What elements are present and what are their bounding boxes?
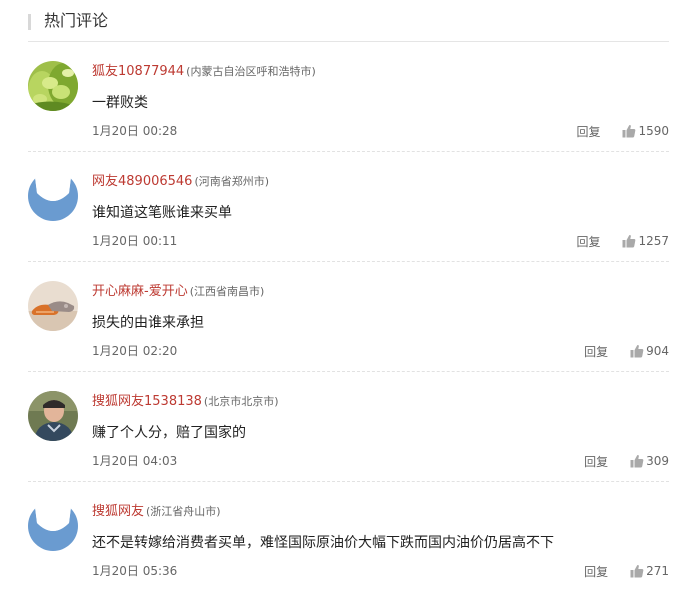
comment-time: 1月20日 05:36 (92, 564, 178, 578)
header-accent-bar (28, 14, 31, 30)
user-avatar[interactable] (28, 281, 78, 331)
comment-actions: 回复 271 (584, 562, 669, 580)
like-count: 1590 (638, 124, 669, 138)
thumbs-up-icon (630, 454, 644, 468)
username-link[interactable]: 开心麻麻-爱开心 (92, 284, 188, 299)
comment-text: 还不是转嫁给消费者买单，难怪国际原油价大幅下跌而国内油价仍居高不下 (92, 535, 554, 551)
username-link[interactable]: 搜狐网友 (92, 504, 144, 519)
comment-actions: 回复 309 (584, 452, 669, 470)
like-button[interactable]: 1590 (622, 124, 669, 138)
comment-time: 1月20日 02:20 (92, 344, 178, 358)
thumbs-up-icon (630, 344, 644, 358)
comment-item: 开心麻麻-爱开心 (江西省南昌市) 损失的由谁来承担 1月20日 02:20 回复… (28, 262, 669, 372)
user-location: (北京市北京市) (203, 395, 279, 408)
comment-text: 一群败类 (92, 95, 148, 111)
comment-meta: 网友489006546 (河南省郑州市) (92, 171, 269, 189)
comment-meta: 狐友10877944 (内蒙古自治区呼和浩特市) (92, 61, 316, 79)
user-avatar[interactable] (28, 501, 78, 551)
user-location: (内蒙古自治区呼和浩特市) (186, 65, 316, 78)
reply-button[interactable]: 回复 (584, 453, 608, 470)
like-button[interactable]: 1257 (622, 234, 669, 248)
comment-text: 谁知道这笔账谁来买单 (92, 205, 232, 221)
reply-button[interactable]: 回复 (584, 343, 608, 360)
reply-button[interactable]: 回复 (576, 233, 600, 250)
comment-time: 1月20日 00:11 (92, 234, 178, 248)
thumbs-up-icon (630, 564, 644, 578)
hot-comments-header: 热门评论 (28, 6, 669, 42)
comment-item: 搜狐网友1538138 (北京市北京市) 赚了个人分，赔了国家的 1月20日 04… (28, 372, 669, 482)
comment-time: 1月20日 04:03 (92, 454, 178, 468)
user-avatar[interactable] (28, 171, 78, 221)
like-count: 1257 (638, 234, 669, 248)
comment-meta: 搜狐网友1538138 (北京市北京市) (92, 391, 279, 409)
default-fox-avatar-image (28, 501, 78, 551)
username-link[interactable]: 狐友10877944 (92, 64, 184, 79)
green-beans-avatar-image (28, 61, 78, 111)
like-button[interactable]: 904 (630, 344, 669, 358)
comment-actions: 回复 904 (584, 342, 669, 360)
comment-item: 搜狐网友 (浙江省舟山市) 还不是转嫁给消费者买单，难怪国际原油价大幅下跌而国内油… (28, 482, 669, 591)
like-count: 271 (646, 564, 669, 578)
comment-item: 网友489006546 (河南省郑州市) 谁知道这笔账谁来买单 1月20日 00:… (28, 152, 669, 262)
reply-button[interactable]: 回复 (584, 563, 608, 580)
username-link[interactable]: 网友489006546 (92, 174, 192, 189)
person-photo-avatar-image (28, 391, 78, 441)
user-avatar[interactable] (28, 61, 78, 111)
like-count: 904 (646, 344, 669, 358)
comment-meta: 搜狐网友 (浙江省舟山市) (92, 501, 221, 519)
like-button[interactable]: 271 (630, 564, 669, 578)
comment-time: 1月20日 00:28 (92, 124, 178, 138)
comment-meta: 开心麻麻-爱开心 (江西省南昌市) (92, 281, 264, 299)
comment-text: 损失的由谁来承担 (92, 315, 204, 331)
comment-actions: 回复 1590 (576, 122, 669, 140)
default-fox-avatar-image (28, 171, 78, 221)
thumbs-up-icon (622, 234, 636, 248)
user-location: (江西省南昌市) (189, 285, 265, 298)
like-count: 309 (646, 454, 669, 468)
reply-button[interactable]: 回复 (576, 123, 600, 140)
comment-item: 狐友10877944 (内蒙古自治区呼和浩特市) 一群败类 1月20日 00:28… (28, 42, 669, 152)
like-button[interactable]: 309 (630, 454, 669, 468)
username-link[interactable]: 搜狐网友1538138 (92, 394, 202, 409)
comment-list: 狐友10877944 (内蒙古自治区呼和浩特市) 一群败类 1月20日 00:28… (28, 42, 669, 591)
thumbs-up-icon (622, 124, 636, 138)
user-location: (河南省郑州市) (194, 175, 270, 188)
comment-actions: 回复 1257 (576, 232, 669, 250)
comment-text: 赚了个人分，赔了国家的 (92, 425, 246, 441)
user-avatar[interactable] (28, 391, 78, 441)
section-title: 热门评论 (44, 11, 109, 30)
user-location: (浙江省舟山市) (146, 505, 221, 518)
shoes-avatar-image (28, 281, 78, 331)
